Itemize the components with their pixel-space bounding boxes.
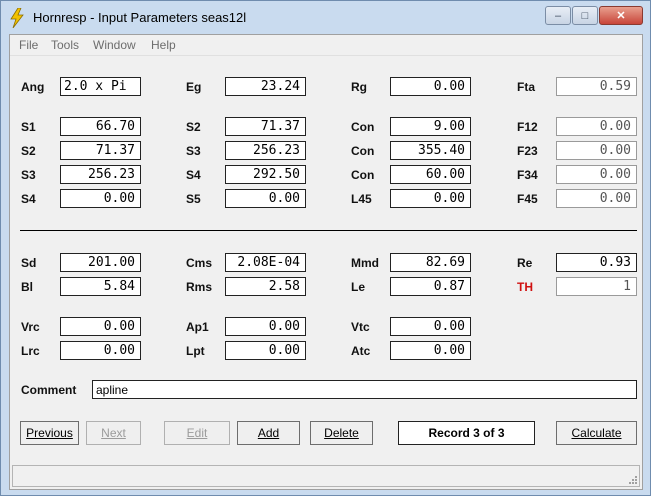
menu-file[interactable]: File [19, 38, 38, 52]
maximize-button[interactable]: □ [572, 6, 598, 25]
atc-field[interactable]: 0.00 [390, 341, 471, 360]
menu-tools[interactable]: Tools [51, 38, 79, 52]
add-button[interactable]: Add [237, 421, 300, 445]
s5-field[interactable]: 0.00 [225, 189, 306, 208]
con-field[interactable]: 9.00 [390, 117, 471, 136]
s3-label: S3 [186, 144, 201, 158]
le-label: Le [351, 280, 366, 294]
cms-label: Cms [186, 256, 213, 270]
eg-label: Eg [186, 80, 202, 94]
vrc-label: Vrc [21, 320, 40, 334]
f45-field: 0.00 [556, 189, 637, 208]
lpt-label: Lpt [186, 344, 205, 358]
s2-label: S2 [186, 120, 201, 134]
th-label[interactable]: TH [517, 280, 533, 294]
f12-label: F12 [517, 120, 538, 134]
s4-label: S4 [21, 192, 36, 206]
le-field[interactable]: 0.87 [390, 277, 471, 296]
th-field: 1 [556, 277, 637, 296]
title-bar[interactable]: Hornresp - Input Parameters seas12l – □ … [1, 1, 650, 34]
con-label: Con [351, 120, 375, 134]
sd-label: Sd [21, 256, 37, 270]
next-button[interactable]: Next [86, 421, 141, 445]
f45-label: F45 [517, 192, 538, 206]
s5-label: S5 [186, 192, 201, 206]
fta-label: Fta [517, 80, 535, 94]
vrc-field[interactable]: 0.00 [60, 317, 141, 336]
menu-help[interactable]: Help [151, 38, 176, 52]
f34-field: 0.00 [556, 165, 637, 184]
rms-field[interactable]: 2.58 [225, 277, 306, 296]
f23-field: 0.00 [556, 141, 637, 160]
lightning-bolt-icon [10, 8, 24, 28]
s4-label: S4 [186, 168, 201, 182]
re-field[interactable]: 0.93 [556, 253, 637, 272]
con-label: Con [351, 168, 375, 182]
con-field[interactable]: 355.40 [390, 141, 471, 160]
window-title: Hornresp - Input Parameters seas12l [33, 10, 247, 25]
ang-label: Ang [21, 80, 45, 94]
s2-field[interactable]: 71.37 [60, 141, 141, 160]
vtc-field[interactable]: 0.00 [390, 317, 471, 336]
ang-field[interactable]: 2.0 x Pi [60, 77, 141, 96]
lrc-field[interactable]: 0.00 [60, 341, 141, 360]
calculate-button[interactable]: Calculate [556, 421, 637, 445]
s4-field[interactable]: 292.50 [225, 165, 306, 184]
l45-label: L45 [351, 192, 372, 206]
sd-field[interactable]: 201.00 [60, 253, 141, 272]
f23-label: F23 [517, 144, 538, 158]
rms-label: Rms [186, 280, 213, 294]
mmd-label: Mmd [351, 256, 379, 270]
con-field[interactable]: 60.00 [390, 165, 471, 184]
comment-field[interactable]: apline [92, 380, 637, 399]
ap1-field[interactable]: 0.00 [225, 317, 306, 336]
minimize-button[interactable]: – [545, 6, 571, 25]
s2-label: S2 [21, 144, 36, 158]
comment-label: Comment [21, 383, 77, 397]
l45-field[interactable]: 0.00 [390, 189, 471, 208]
eg-field[interactable]: 23.24 [225, 77, 306, 96]
s1-field[interactable]: 66.70 [60, 117, 141, 136]
s4-field[interactable]: 0.00 [60, 189, 141, 208]
bl-field[interactable]: 5.84 [60, 277, 141, 296]
section-divider [20, 230, 637, 231]
lpt-field[interactable]: 0.00 [225, 341, 306, 360]
resize-grip-icon[interactable] [627, 474, 637, 484]
delete-button[interactable]: Delete [310, 421, 373, 445]
s2-field[interactable]: 71.37 [225, 117, 306, 136]
client-area: File Tools Window Help Ang 2.0 x Pi Eg 2… [9, 34, 643, 490]
vtc-label: Vtc [351, 320, 370, 334]
s3-label: S3 [21, 168, 36, 182]
s3-field[interactable]: 256.23 [60, 165, 141, 184]
previous-button[interactable]: Previous [20, 421, 79, 445]
cms-field[interactable]: 2.08E-04 [225, 253, 306, 272]
status-bar [12, 465, 640, 487]
f34-label: F34 [517, 168, 538, 182]
rg-label: Rg [351, 80, 367, 94]
s1-label: S1 [21, 120, 36, 134]
menu-bar: File Tools Window Help [10, 35, 642, 56]
bl-label: Bl [21, 280, 33, 294]
close-button[interactable]: ✕ [599, 6, 643, 25]
fta-field: 0.59 [556, 77, 637, 96]
rg-field[interactable]: 0.00 [390, 77, 471, 96]
re-label: Re [517, 256, 533, 270]
s3-field[interactable]: 256.23 [225, 141, 306, 160]
lrc-label: Lrc [21, 344, 40, 358]
atc-label: Atc [351, 344, 371, 358]
record-indicator: Record 3 of 3 [398, 421, 535, 445]
f12-field: 0.00 [556, 117, 637, 136]
hornresp-window: Hornresp - Input Parameters seas12l – □ … [0, 0, 651, 496]
con-label: Con [351, 144, 375, 158]
menu-window[interactable]: Window [93, 38, 136, 52]
edit-button[interactable]: Edit [164, 421, 230, 445]
ap1-label: Ap1 [186, 320, 209, 334]
mmd-field[interactable]: 82.69 [390, 253, 471, 272]
